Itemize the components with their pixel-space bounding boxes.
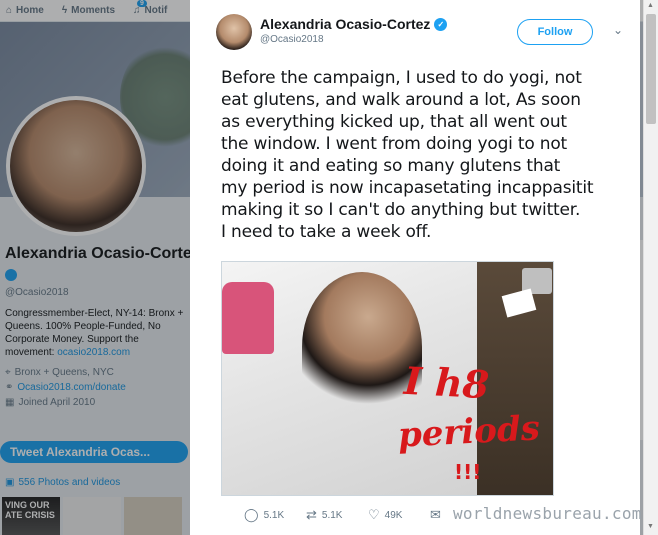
tweet-text-line: my period is now incapasetating incappas… — [221, 178, 594, 198]
tweet-text-line: eat glutens, and walk around a lot, As s… — [221, 90, 581, 110]
tweet-text-line: making it so I can't do anything but twi… — [221, 200, 581, 220]
image-hot-water-bottle — [222, 282, 274, 354]
tweet-text-line: as everything kicked up, that all went o… — [221, 112, 567, 132]
verified-icon: ✓ — [434, 17, 448, 31]
tweet-header: Alexandria Ocasio-Cortez ✓ @Ocasio2018 F… — [216, 14, 626, 50]
follow-button[interactable]: Follow — [517, 19, 593, 45]
like-action[interactable]: ♡ 49K — [368, 507, 430, 523]
tweet-text-line: doing it and eating so many glutens that — [221, 156, 561, 176]
tweet-text-line: the window. I went from doing yogi to no… — [221, 134, 568, 154]
tweet-modal: Alexandria Ocasio-Cortez ✓ @Ocasio2018 F… — [190, 0, 642, 535]
tweet-author-avatar[interactable] — [216, 14, 252, 50]
tweet-text-line: I need to take a week off. — [221, 222, 432, 242]
like-count: 49K — [384, 509, 403, 521]
scrollbar[interactable]: ▲ ▼ — [643, 0, 658, 535]
image-caption-line-1: I h8 — [402, 357, 491, 408]
reply-action[interactable]: ◯ 5.1K — [244, 507, 306, 523]
reply-icon: ◯ — [244, 507, 259, 522]
heart-icon: ♡ — [368, 507, 380, 522]
envelope-icon: ✉ — [430, 507, 441, 522]
scroll-up-arrow-icon[interactable]: ▲ — [647, 2, 654, 9]
retweet-count: 5.1K — [321, 509, 343, 521]
chevron-down-icon[interactable]: ⌄ — [610, 22, 626, 38]
scrollbar-thumb[interactable] — [646, 14, 656, 124]
tweet-author-handle[interactable]: @Ocasio2018 — [260, 34, 324, 45]
tweet-text: Before the campaign, I used to do yogi, … — [221, 67, 621, 243]
tweet-author-name[interactable]: Alexandria Ocasio-Cortez ✓ — [260, 16, 448, 32]
image-caption-line-2: periods — [397, 408, 541, 456]
watermark: worldnewsbureau.com — [453, 504, 642, 523]
retweet-action[interactable]: ⇄ 5.1K — [306, 507, 368, 523]
tweet-text-line: Before the campaign, I used to do yogi, … — [221, 68, 582, 88]
scroll-down-arrow-icon[interactable]: ▼ — [647, 523, 654, 530]
reply-count: 5.1K — [263, 509, 285, 521]
tweet-image[interactable]: I h8 periods !!! — [221, 261, 554, 496]
retweet-icon: ⇄ — [306, 507, 317, 522]
image-caption-line-3: !!! — [454, 460, 482, 484]
